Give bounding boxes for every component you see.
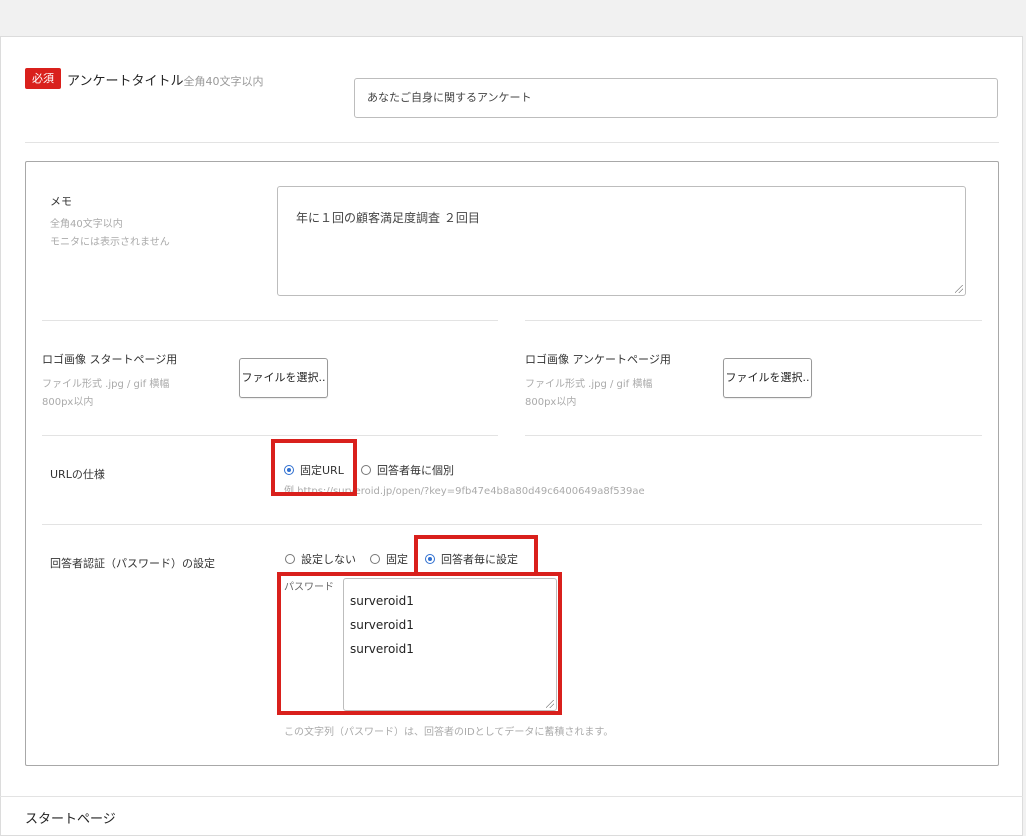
logo-start-label: ロゴ画像 スタートページ用 <box>42 353 178 366</box>
radio-unselected-icon <box>370 554 380 564</box>
memo-hint-hidden: モニタには表示されません <box>50 237 170 248</box>
radio-unselected-icon <box>285 554 295 564</box>
resize-grip-icon[interactable] <box>955 285 963 293</box>
memo-label: メモ <box>50 195 72 208</box>
password-none-radio[interactable]: 設定しない <box>285 551 356 567</box>
logo-start-hint-format: ファイル形式 .jpg / gif 横幅 <box>42 379 170 390</box>
logo-survey-hint-size: 800px以内 <box>525 397 577 408</box>
survey-title-label-text: アンケートタイトル <box>67 74 184 89</box>
password-fixed-radio[interactable]: 固定 <box>370 551 408 567</box>
password-fixed-label: 固定 <box>386 553 408 566</box>
survey-title-input[interactable]: あなたご自身に関するアンケート <box>354 78 998 118</box>
logo-survey-file-button[interactable]: ファイルを選択.. <box>723 358 812 398</box>
logo-start-hint-size: 800px以内 <box>42 397 94 408</box>
divider <box>42 435 498 436</box>
logo-start-file-button[interactable]: ファイルを選択.. <box>239 358 328 398</box>
divider <box>25 142 999 143</box>
highlight-box <box>271 439 357 496</box>
memo-value: 年に１回の顧客満足度調査 ２回目 <box>296 211 480 225</box>
divider <box>525 320 982 321</box>
highlight-box <box>277 572 562 715</box>
memo-hint-length: 全角40文字以内 <box>50 219 123 230</box>
divider <box>525 435 982 436</box>
survey-title-label: アンケートタイトル全角40文字以内 <box>67 70 263 89</box>
password-note: この文字列（パスワード）は、回答者のIDとしてデータに蓄積されます。 <box>284 727 614 738</box>
password-none-label: 設定しない <box>301 553 356 566</box>
highlight-box <box>414 535 538 576</box>
radio-unselected-icon <box>361 465 371 475</box>
url-individual-label: 回答者毎に個別 <box>377 464 454 477</box>
required-badge: 必須 <box>25 68 61 89</box>
start-page-heading: スタートページ <box>25 812 116 827</box>
logo-survey-hint-format: ファイル形式 .jpg / gif 横幅 <box>525 379 653 390</box>
divider <box>0 796 1023 797</box>
memo-textarea[interactable]: 年に１回の顧客満足度調査 ２回目 <box>277 186 966 296</box>
logo-survey-label: ロゴ画像 アンケートページ用 <box>525 353 671 366</box>
divider <box>42 524 982 525</box>
divider <box>42 320 498 321</box>
survey-title-hint: 全角40文字以内 <box>183 75 264 88</box>
url-individual-radio[interactable]: 回答者毎に個別 <box>361 462 454 478</box>
password-auth-label: 回答者認証（パスワード）の設定 <box>50 557 215 570</box>
url-spec-label: URLの仕様 <box>50 468 105 481</box>
